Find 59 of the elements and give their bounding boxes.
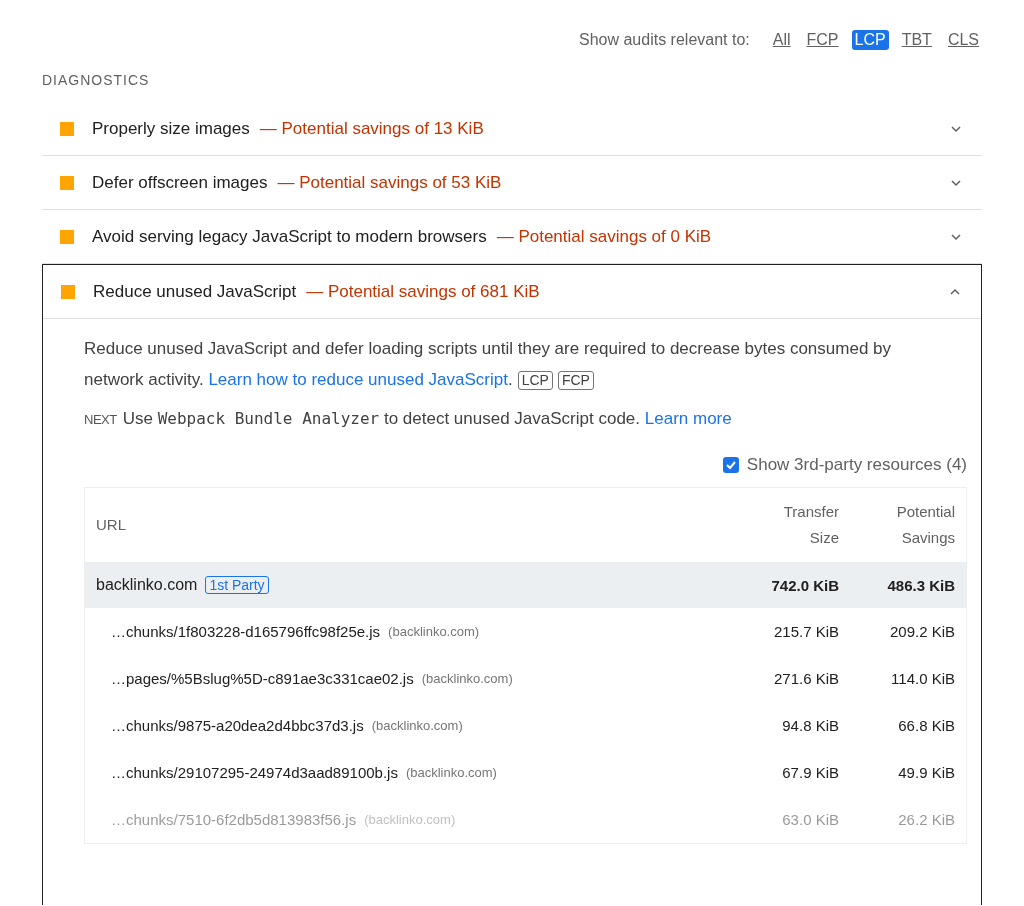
audit-row[interactable]: Properly size images — Potential savings of 13 KiB [42,102,982,156]
audit-title: Avoid serving legacy JavaScript to modern browsers [92,226,487,247]
url-text: …chunks/9875-a20dea2d4bbc37d3.js [111,717,364,734]
table-cell-text: 486.3 KiB [886,576,955,594]
host-text: (backlinko.com) [371,718,463,733]
filter-link[interactable]: All [769,30,794,50]
audit-row[interactable]: Reduce unused JavaScript — Potential savings of 681 KiB [43,265,981,319]
filter-link[interactable]: CLS [944,30,982,50]
audit-title: Reduce unused JavaScript [93,281,297,302]
url-text: …chunks/7510-6f2db5d813983f56.js [111,811,357,828]
url-text: …pages/%5Bslug%5D-c891ae3c331cae02.js [111,670,414,687]
learn-link[interactable]: Learn how to reduce unused JavaScript [208,370,508,389]
table-cell-text: 742.0 KiB [770,576,839,594]
host-text: (backlinko.com) [405,765,497,780]
section-title: DIAGNOSTICS [42,72,151,90]
host-text: (backlinko.com) [388,624,480,639]
warning-square-icon [61,284,75,299]
savings-text: — Potential savings of 53 KiB [277,172,502,193]
savings-text: — Potential savings of 13 KiB [259,118,484,139]
column-header: URL [96,515,127,535]
table-cell-text: 215.7 KiB [772,623,839,640]
filter-link[interactable]: TBT [898,30,935,50]
table-cell-text: 114.0 KiB [890,670,955,687]
metric-tag: LCP [517,371,553,390]
column-header: Potential Savings [895,502,955,548]
url-text: …chunks/1f803228-d165796ffc98f25e.js [111,623,381,640]
framework-logo: NEXT [84,412,117,427]
table-cell-text: 67.9 KiB [781,764,839,781]
table-cell-text: 49.9 KiB [897,764,955,781]
audit-title: Properly size images [92,118,250,139]
column-header: Transfer Size [782,502,839,548]
warning-square-icon [60,229,74,244]
metric-tag: FCP [557,371,594,390]
domain-text: backlinko.com [96,576,198,594]
audit-description: Reduce unused JavaScript and defer loading scripts until they are required to decrease bytes consumed by network activity. Learn how to reduce unused JavaScript. LCP FCP [84,338,893,392]
table-cell-text: 271.6 KiB [772,670,839,687]
stack-pack-text: Use Webpack Bundle Analyzer to detect unused JavaScript code. Learn more [122,409,732,429]
checkbox-label: Show 3rd-party resources (4) [746,455,967,475]
checkbox[interactable] [722,457,739,473]
filter-link[interactable]: LCP [851,30,889,50]
table-cell-text: 63.0 KiB [781,811,839,828]
table-cell-text: 94.8 KiB [781,717,839,734]
url-text: …chunks/29107295-24974d3aad89100b.js [111,764,398,781]
host-text: (backlinko.com) [421,671,513,686]
table-cell-text: 26.2 KiB [897,811,955,828]
audit-row[interactable]: Defer offscreen images — Potential savings of 53 KiB [42,156,982,210]
filter-label: Show audits relevant to: [579,31,750,49]
audit-row[interactable]: Avoid serving legacy JavaScript to modern browsers — Potential savings of 0 KiB [42,210,982,264]
table-cell-text: 209.2 KiB [888,623,955,640]
learn-more-link[interactable]: Learn more [644,409,732,428]
warning-square-icon [60,175,74,190]
host-text: (backlinko.com) [364,812,456,827]
filter-link[interactable]: FCP [803,30,842,50]
savings-text: — Potential savings of 0 KiB [496,226,712,247]
table-cell-text: 66.8 KiB [897,717,955,734]
party-badge: 1st Party [205,576,269,594]
audit-title: Defer offscreen images [92,172,268,193]
savings-text: — Potential savings of 681 KiB [306,281,540,302]
warning-square-icon [60,121,74,136]
